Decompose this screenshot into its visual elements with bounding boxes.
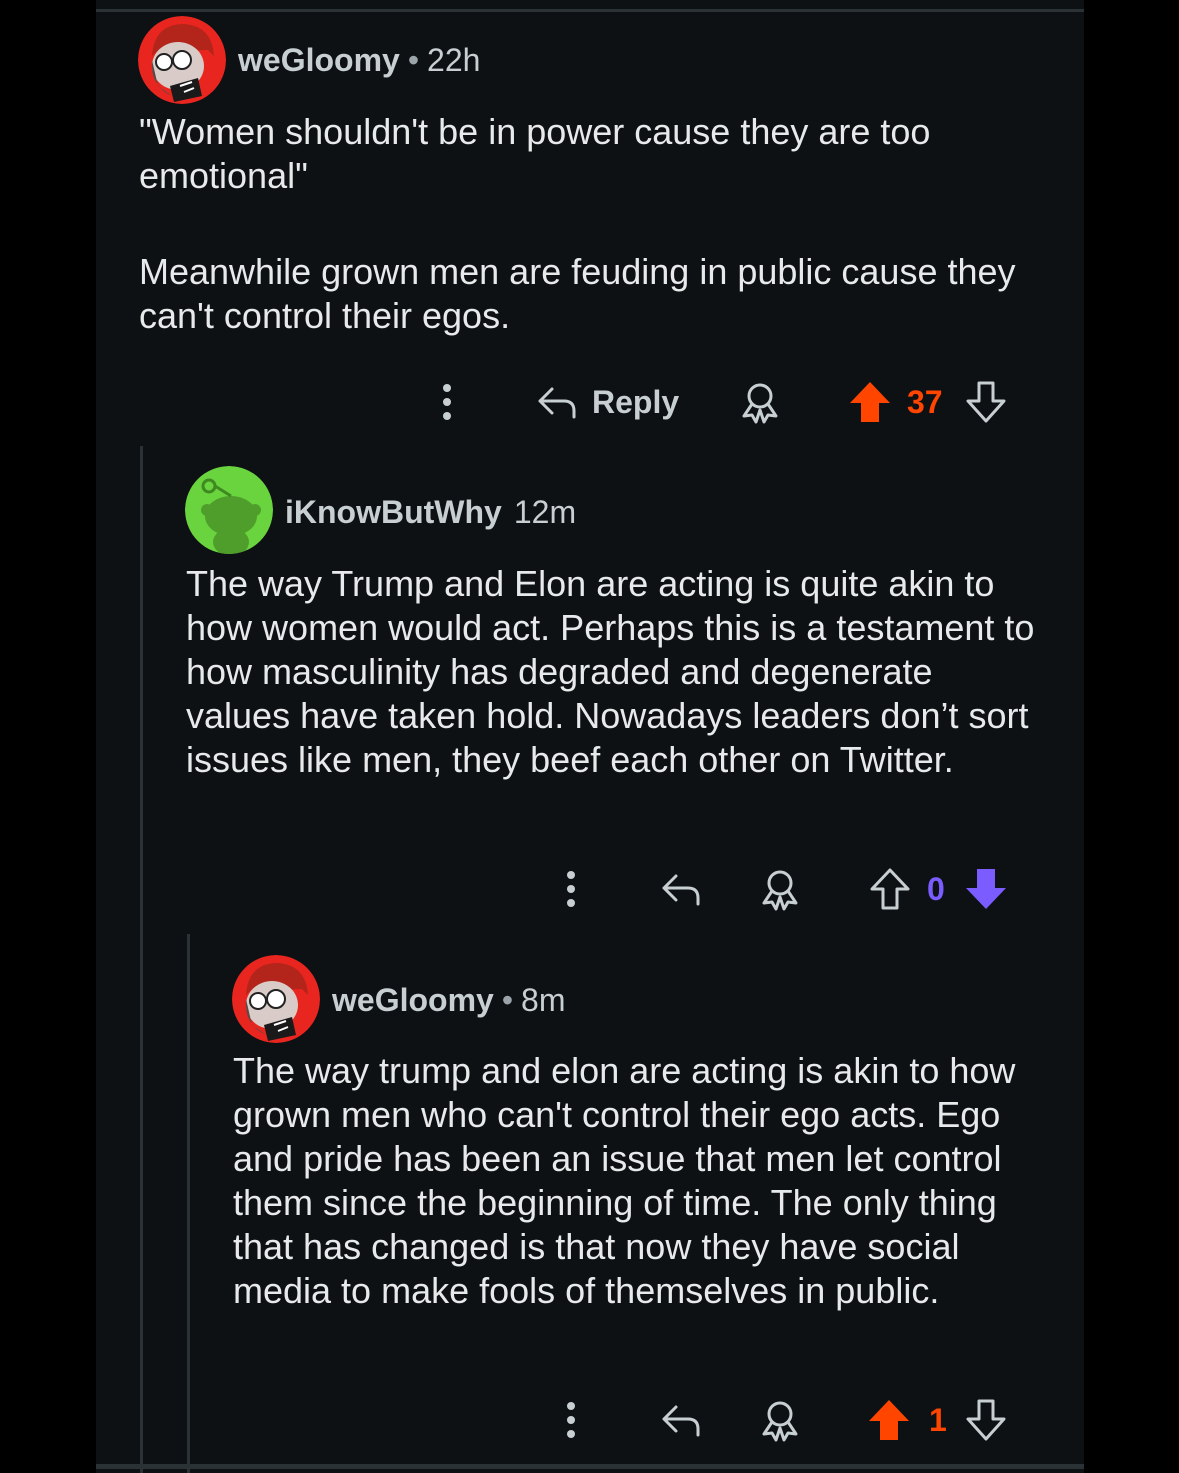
award-button[interactable] — [758, 864, 802, 914]
username[interactable]: weGloomy — [238, 42, 400, 78]
more-options-button[interactable] — [432, 377, 462, 427]
award-icon — [742, 383, 778, 424]
reply-arrow-icon — [662, 874, 700, 906]
thread-line-level-1[interactable] — [140, 446, 143, 1473]
upvote-icon — [850, 382, 890, 422]
more-options-button[interactable] — [556, 1395, 586, 1445]
vote-score: 0 — [927, 864, 945, 914]
comment-paragraph: Meanwhile grown men are feuding in publi… — [139, 251, 1016, 336]
more-icon — [567, 1402, 575, 1438]
downvote-button[interactable] — [964, 377, 1008, 427]
upvote-button[interactable] — [867, 1395, 911, 1445]
more-icon — [443, 384, 451, 420]
award-button[interactable] — [738, 377, 782, 427]
reply-arrow-icon — [662, 1405, 700, 1437]
reply-button[interactable] — [660, 864, 702, 914]
reply-button[interactable] — [660, 1395, 702, 1445]
bottom-divider — [96, 1464, 1084, 1469]
more-icon — [567, 871, 575, 907]
vote-score: 37 — [907, 377, 943, 427]
downvote-icon — [966, 869, 1006, 909]
comment-paragraph: "Women shouldn't be in power cause they … — [139, 111, 931, 196]
avatar[interactable] — [232, 955, 320, 1043]
award-icon — [762, 1401, 798, 1442]
comment-meta: iKnowButWhy 12m — [285, 494, 576, 531]
vote-score: 1 — [929, 1395, 947, 1445]
downvote-button[interactable] — [964, 1395, 1008, 1445]
downvote-button[interactable] — [964, 864, 1008, 914]
comment-meta: weGloomy • 8m — [332, 982, 565, 1019]
comment-paragraph: The way Trump and Elon are acting is qui… — [186, 563, 1035, 780]
more-options-button[interactable] — [556, 864, 586, 914]
comment-actions: Reply 37 — [0, 377, 1179, 427]
timestamp: 22h — [427, 42, 481, 78]
score-value: 1 — [929, 1401, 947, 1438]
snoo-avatar-icon — [232, 955, 320, 1043]
snoo-avatar-icon — [138, 16, 226, 104]
upvote-button[interactable] — [848, 377, 892, 427]
comment-actions: 0 — [0, 864, 1179, 914]
timestamp: 8m — [521, 982, 566, 1018]
comment-actions: 1 — [0, 1395, 1179, 1445]
avatar[interactable] — [138, 16, 226, 104]
score-value: 0 — [927, 870, 945, 907]
avatar[interactable] — [185, 466, 273, 554]
award-button[interactable] — [758, 1395, 802, 1445]
comment-body: The way trump and elon are acting is aki… — [233, 1049, 1045, 1313]
upvote-button[interactable] — [868, 864, 912, 914]
thread-line-level-2[interactable] — [187, 934, 190, 1473]
comment-body: "Women shouldn't be in power cause they … — [139, 110, 1039, 338]
comment-paragraph: The way trump and elon are acting is aki… — [233, 1050, 1016, 1311]
reply-button[interactable]: Reply — [536, 377, 679, 427]
separator-dot: • — [407, 42, 420, 78]
separator-dot: • — [501, 982, 514, 1018]
username[interactable]: weGloomy — [332, 982, 494, 1018]
comment-meta: weGloomy • 22h — [238, 42, 480, 79]
downvote-icon — [966, 381, 1006, 423]
reply-label: Reply — [592, 383, 680, 420]
upvote-icon — [869, 1400, 909, 1440]
award-icon — [762, 870, 798, 911]
downvote-icon — [966, 1399, 1006, 1441]
snoo-avatar-icon — [185, 466, 273, 554]
username[interactable]: iKnowButWhy — [285, 494, 502, 530]
comment-body: The way Trump and Elon are acting is qui… — [186, 562, 1046, 782]
top-divider — [96, 9, 1084, 12]
timestamp: 12m — [513, 494, 577, 530]
score-value: 37 — [907, 383, 943, 420]
reply-arrow-icon — [538, 387, 576, 419]
upvote-icon — [870, 868, 910, 910]
